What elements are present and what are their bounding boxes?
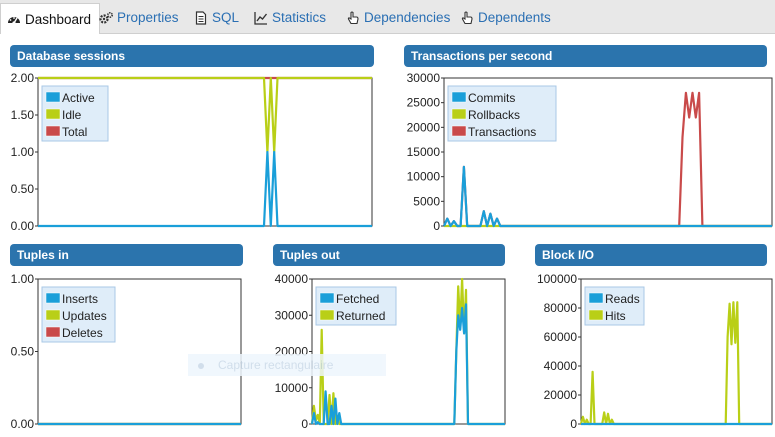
legend-swatch bbox=[319, 292, 335, 304]
legend-label-rollbacks: Rollbacks bbox=[468, 108, 520, 122]
panel-title-tuples-in: Tuples in bbox=[10, 244, 243, 266]
tab-label: Dashboard bbox=[25, 11, 92, 27]
legend-swatch bbox=[45, 309, 61, 321]
panel-title-tuples-out: Tuples out bbox=[273, 244, 505, 266]
chart-block-io: 0 20000 40000 60000 80000 100000 Reads Hits bbox=[537, 272, 773, 431]
tab-label: Dependencies bbox=[364, 10, 451, 25]
y-tick-label: 1.00 bbox=[11, 145, 35, 159]
tab-label: Dependents bbox=[478, 10, 551, 25]
document-icon bbox=[195, 10, 207, 25]
line-chart-icon bbox=[254, 11, 268, 25]
y-tick-label: 20000 bbox=[407, 120, 441, 134]
y-tick-label: 0.50 bbox=[11, 182, 35, 196]
toast-dot-icon bbox=[198, 362, 204, 369]
tab-dependents[interactable]: Dependents bbox=[454, 4, 559, 31]
legend-label-active: Active bbox=[62, 91, 95, 105]
y-tick-label: 10000 bbox=[407, 170, 441, 184]
pointer-hand-icon bbox=[461, 10, 473, 24]
y-tick-label: 0 bbox=[433, 219, 440, 233]
panel-title-sessions: Database sessions bbox=[10, 45, 374, 67]
legend-label-returned: Returned bbox=[336, 309, 385, 323]
tab-dependencies[interactable]: Dependencies bbox=[340, 4, 458, 31]
chart-database-sessions: 0.00 0.50 1.00 1.50 2.00 Active Idle Total bbox=[11, 71, 373, 233]
toast-label: Capture rectangulaire bbox=[218, 358, 334, 372]
legend-label-deletes: Deletes bbox=[62, 326, 103, 340]
tab-statistics[interactable]: Statistics bbox=[248, 4, 334, 31]
capture-toast: Capture rectangulaire bbox=[188, 354, 386, 376]
legend-swatch bbox=[45, 125, 61, 137]
legend-label-idle: Idle bbox=[62, 108, 82, 122]
legend-swatch bbox=[588, 309, 604, 321]
y-tick-label: 1.00 bbox=[11, 272, 35, 286]
y-tick-label: 5000 bbox=[413, 194, 440, 208]
y-tick-label: 30000 bbox=[275, 308, 309, 322]
y-tick-label: 80000 bbox=[544, 301, 578, 315]
y-tick-label: 15000 bbox=[407, 145, 441, 159]
panel-title-block-io: Block I/O bbox=[535, 244, 767, 266]
legend-swatch bbox=[588, 292, 604, 304]
legend-swatch bbox=[45, 91, 61, 103]
y-tick-label: 100000 bbox=[537, 272, 577, 286]
legend-label-total: Total bbox=[62, 125, 87, 139]
y-tick-label: 2.00 bbox=[11, 71, 35, 85]
legend-label-transactions: Transactions bbox=[468, 125, 536, 139]
tab-label: Statistics bbox=[272, 10, 327, 25]
legend-swatch bbox=[451, 108, 467, 120]
legend-label-fetched: Fetched bbox=[336, 292, 379, 306]
y-tick-label: 25000 bbox=[407, 96, 441, 110]
y-tick-label: 40000 bbox=[275, 272, 309, 286]
y-tick-label: 40000 bbox=[544, 359, 578, 373]
tab-label: Properties bbox=[117, 10, 179, 25]
tab-dashboard[interactable]: Dashboard bbox=[0, 3, 101, 34]
legend-swatch bbox=[451, 91, 467, 103]
legend-swatch bbox=[451, 125, 467, 137]
legend-label-updates: Updates bbox=[62, 309, 107, 323]
tab-sql[interactable]: SQL bbox=[188, 4, 247, 31]
y-tick-label: 0 bbox=[570, 417, 577, 431]
legend-label-inserts: Inserts bbox=[62, 292, 98, 306]
y-tick-label: 0.00 bbox=[11, 219, 35, 233]
y-tick-label: 20000 bbox=[544, 388, 578, 402]
legend-swatch bbox=[45, 108, 61, 120]
legend-label-reads: Reads bbox=[605, 292, 640, 306]
legend-swatch bbox=[45, 326, 61, 338]
chart-transactions-per-second: 0 5000 10000 15000 20000 25000 30000 Commits Rol… bbox=[407, 71, 773, 233]
y-tick-label: 10000 bbox=[275, 381, 309, 395]
dashboard-icon bbox=[8, 17, 20, 25]
tab-bar: Dashboard Properties SQL Statistics Depe… bbox=[0, 0, 775, 34]
legend-swatch bbox=[45, 292, 61, 304]
y-tick-label: 60000 bbox=[544, 330, 578, 344]
y-tick-label: 0.00 bbox=[11, 417, 35, 431]
panel-title-tps: Transactions per second bbox=[404, 45, 767, 67]
pointer-hand-icon bbox=[347, 10, 359, 24]
tab-properties[interactable]: Properties bbox=[93, 4, 187, 31]
tab-label: SQL bbox=[212, 10, 240, 25]
legend-label-hits: Hits bbox=[605, 309, 626, 323]
gears-icon bbox=[99, 11, 113, 24]
y-tick-label: 0 bbox=[301, 417, 308, 431]
y-tick-label: 1.50 bbox=[11, 108, 35, 122]
y-tick-label: 0.50 bbox=[11, 345, 35, 359]
legend-label-commits: Commits bbox=[468, 91, 515, 105]
y-tick-label: 30000 bbox=[407, 71, 441, 85]
legend-swatch bbox=[319, 309, 335, 321]
